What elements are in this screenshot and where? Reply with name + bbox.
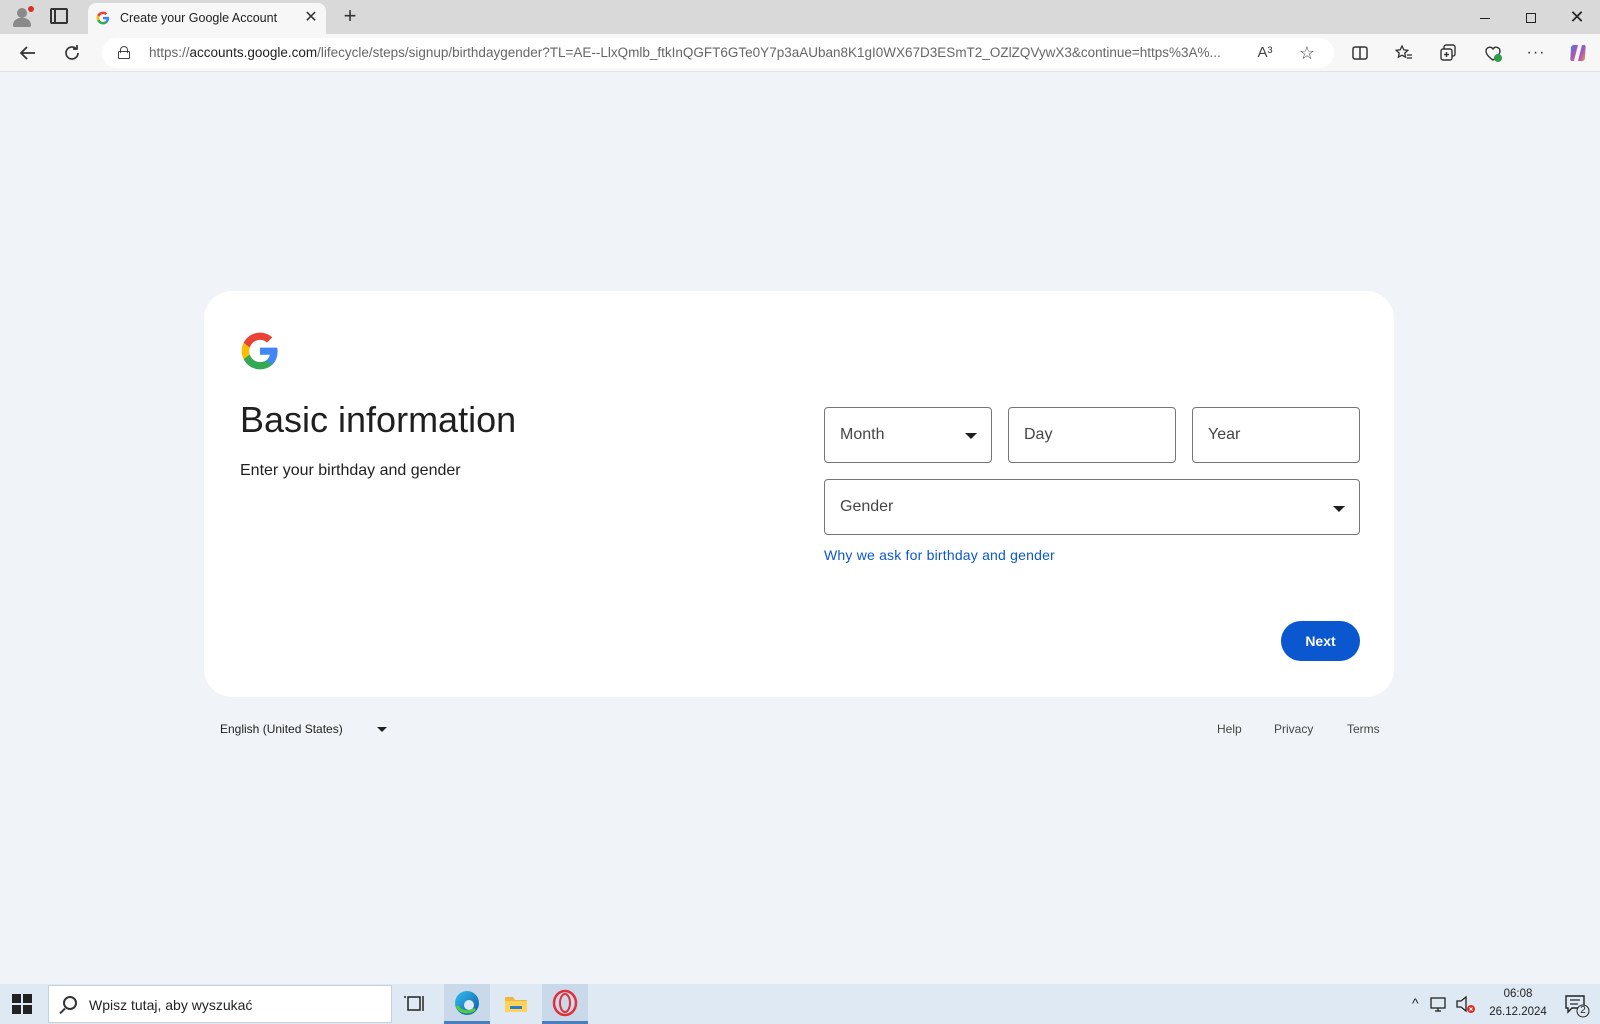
- favorite-star-icon[interactable]: ☆: [1296, 42, 1318, 64]
- google-favicon-icon: [96, 11, 110, 25]
- gender-select[interactable]: Gender: [824, 479, 1360, 535]
- month-select[interactable]: Month: [824, 407, 992, 463]
- lock-icon[interactable]: [118, 46, 130, 59]
- more-options-icon[interactable]: ···: [1524, 41, 1548, 65]
- language-selector[interactable]: English (United States): [220, 722, 343, 736]
- next-button[interactable]: Next: [1281, 621, 1360, 661]
- notifications-icon[interactable]: 2: [1556, 984, 1596, 1024]
- privacy-link[interactable]: Privacy: [1274, 722, 1313, 736]
- browser-essentials-icon[interactable]: [1481, 41, 1505, 65]
- chevron-down-icon[interactable]: [377, 727, 387, 732]
- day-placeholder: Day: [1024, 426, 1053, 443]
- terms-link[interactable]: Terms: [1347, 722, 1380, 736]
- windows-taskbar: Wpisz tutaj, aby wyszukać ^ 06:08 26.12.…: [0, 984, 1600, 1024]
- page-subtitle: Enter your birthday and gender: [240, 462, 461, 479]
- back-icon[interactable]: [16, 41, 40, 65]
- refresh-icon[interactable]: [60, 41, 84, 65]
- windows-start-icon[interactable]: [12, 994, 32, 1014]
- month-placeholder: Month: [840, 426, 885, 443]
- clock-time[interactable]: 06:08: [1488, 988, 1548, 1000]
- address-bar[interactable]: https://accounts.google.com/lifecycle/st…: [102, 38, 1334, 68]
- clock-date[interactable]: 26.12.2024: [1480, 1006, 1556, 1018]
- year-placeholder: Year: [1208, 426, 1241, 443]
- close-window-button[interactable]: ✕: [1554, 0, 1600, 34]
- gender-placeholder: Gender: [840, 498, 894, 515]
- url-text: https://accounts.google.com/lifecycle/st…: [149, 45, 1221, 60]
- browser-tab-strip: Create your Google Account ✕ + ✕: [0, 0, 1600, 34]
- taskbar-search-input[interactable]: Wpisz tutaj, aby wyszukać: [48, 985, 392, 1023]
- split-screen-icon[interactable]: [1348, 41, 1372, 65]
- edge-taskbar-icon[interactable]: [444, 984, 490, 1024]
- notification-count: 2: [1580, 1005, 1586, 1016]
- minimize-button[interactable]: [1462, 0, 1508, 34]
- volume-muted-icon[interactable]: [1452, 984, 1478, 1024]
- restore-button[interactable]: [1508, 0, 1554, 34]
- chevron-down-icon: [1333, 506, 1345, 512]
- day-input[interactable]: Day: [1008, 407, 1176, 463]
- task-view-icon[interactable]: [393, 984, 439, 1024]
- taskbar-search-placeholder: Wpisz tutaj, aby wyszukać: [89, 997, 253, 1013]
- new-tab-icon[interactable]: +: [338, 5, 362, 29]
- why-we-ask-link[interactable]: Why we ask for birthday and gender: [824, 547, 1055, 563]
- help-link[interactable]: Help: [1217, 722, 1242, 736]
- year-input[interactable]: Year: [1192, 407, 1360, 463]
- network-icon[interactable]: [1426, 984, 1452, 1024]
- favorites-icon[interactable]: [1392, 41, 1416, 65]
- opera-taskbar-icon[interactable]: [542, 984, 588, 1024]
- file-explorer-icon[interactable]: [493, 984, 539, 1024]
- active-tab[interactable]: Create your Google Account ✕: [88, 3, 326, 34]
- signup-card: Basic information Enter your birthday an…: [204, 291, 1394, 697]
- tab-actions-icon[interactable]: [50, 8, 68, 24]
- browser-toolbar: https://accounts.google.com/lifecycle/st…: [0, 34, 1600, 72]
- chevron-down-icon: [965, 433, 977, 439]
- copilot-icon[interactable]: [1566, 41, 1590, 65]
- read-aloud-icon[interactable]: A³: [1254, 42, 1276, 64]
- page-title: Basic information: [240, 399, 517, 440]
- tab-title: Create your Google Account: [120, 11, 278, 25]
- profile-icon[interactable]: [10, 6, 34, 28]
- show-hidden-icons-icon[interactable]: ^: [1412, 995, 1419, 1011]
- collections-icon[interactable]: [1436, 41, 1460, 65]
- tab-close-icon[interactable]: ✕: [302, 9, 320, 27]
- google-logo-icon: [241, 332, 278, 370]
- search-icon: [63, 996, 77, 1010]
